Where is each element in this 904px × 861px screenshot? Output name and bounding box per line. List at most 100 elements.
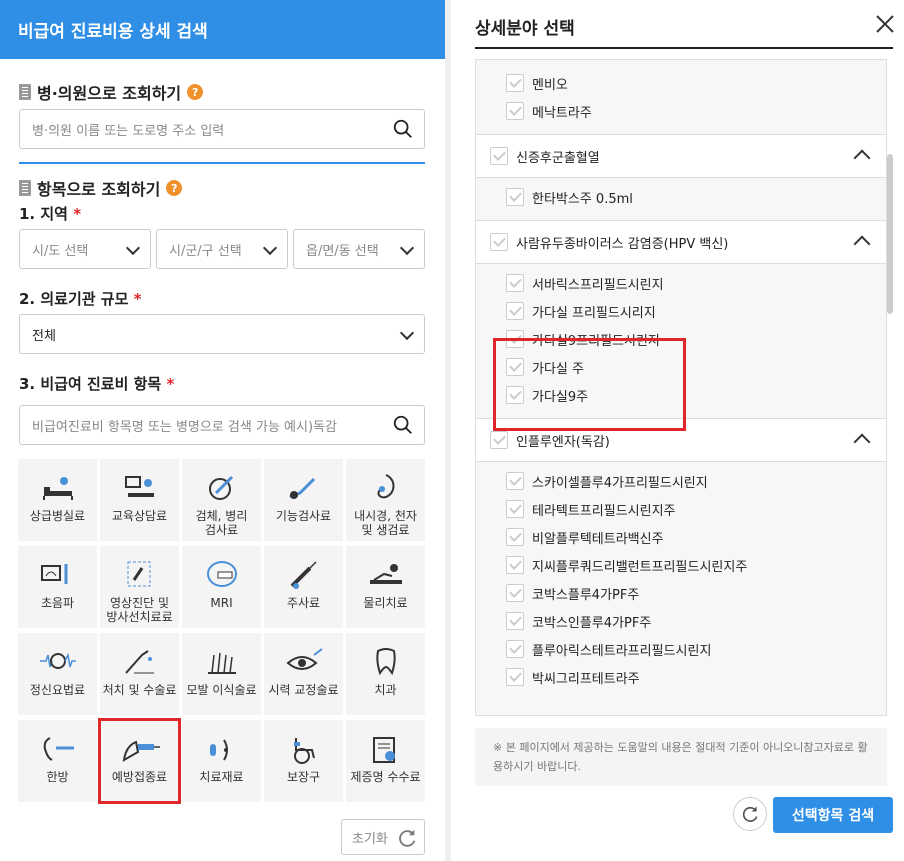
list-item-label: 비알플루텍테트라백신주 <box>532 531 664 547</box>
category-tile-label: 검사료 <box>204 523 239 537</box>
item-section-title: 항목으로 조회하기 ? <box>19 176 183 200</box>
category-tile-15[interactable]: 치과 <box>346 633 425 715</box>
list-item[interactable]: 비알플루텍테트라백신주 <box>506 526 664 548</box>
province-select[interactable]: 시/도 선택 <box>19 229 151 269</box>
list-item[interactable]: 코박스인플루4가PF주 <box>506 610 651 632</box>
category-tile-4[interactable]: 기능검사료 <box>264 459 343 541</box>
items-search-input[interactable]: 비급여진료비 항목명 또는 병명으로 검색 가능 예시)독감 <box>19 405 425 445</box>
hair-icon <box>207 652 236 674</box>
search-selected-button[interactable]: 선택항목 검색 <box>773 797 893 833</box>
category-tile-label: 물리치료 <box>363 596 408 610</box>
list-item-label: 메낙트라주 <box>532 105 592 121</box>
category-tile-label: 정신요법료 <box>29 683 86 697</box>
category-tile-label: 초음파 <box>40 596 75 610</box>
reset-button[interactable]: 초기화 <box>341 819 425 855</box>
checkbox[interactable] <box>506 500 524 518</box>
checkbox[interactable] <box>506 584 524 602</box>
list-item[interactable]: 한타박스주 0.5ml <box>506 186 633 208</box>
endoscope-icon <box>377 474 394 499</box>
checkbox[interactable] <box>506 528 524 546</box>
list-item-label: 플루아릭스테트라프리필드시린지 <box>532 643 712 659</box>
scrollbar[interactable] <box>887 154 893 314</box>
checkbox[interactable] <box>490 431 508 449</box>
list-item[interactable]: 메낙트라주 <box>506 100 592 122</box>
checkbox[interactable] <box>506 274 524 292</box>
category-tile-label: 제증명 수수료 <box>350 770 421 784</box>
material-icon <box>209 739 228 761</box>
category-tile-3[interactable]: 검체, 병리 검사료 <box>182 459 261 541</box>
tooth-icon <box>375 648 396 676</box>
category-tile-9[interactable]: 주사료 <box>264 546 343 628</box>
checkbox[interactable] <box>490 233 508 251</box>
refresh-button[interactable] <box>733 797 767 831</box>
checkbox[interactable] <box>506 302 524 320</box>
category-tile-14[interactable]: 시력 교정술료 <box>264 633 343 715</box>
ultrasound-icon <box>40 564 67 584</box>
category-tile-10[interactable]: 물리치료 <box>346 546 425 628</box>
list-item-label: 박씨그리프테트라주 <box>532 671 640 687</box>
category-tile-16[interactable]: 한방 <box>18 720 97 802</box>
list-item[interactable]: 플루아릭스테트라프리필드시린지 <box>506 638 711 660</box>
category-tile-20[interactable]: 제증명 수수료 <box>346 720 425 802</box>
group-header[interactable]: 사람유두종바이러스 감염증(HPV 백신) <box>476 220 886 264</box>
group-header[interactable]: 신증후군출혈열 <box>476 134 886 178</box>
category-tile-17[interactable]: 예방접종료 <box>98 718 181 804</box>
search-icon[interactable] <box>392 118 414 140</box>
list-item[interactable]: 서바릭스프리필드시린지 <box>506 272 664 294</box>
category-tile-8[interactable]: MRI <box>182 546 261 628</box>
mri-icon <box>206 561 237 587</box>
category-tile-label: 교육상담료 <box>111 509 168 523</box>
search-icon[interactable] <box>392 414 414 436</box>
chevron-up-icon[interactable] <box>853 433 871 451</box>
radiology-icon <box>127 561 150 587</box>
category-tile-6[interactable]: 초음파 <box>18 546 97 628</box>
category-tile-2[interactable]: 교육상담료 <box>100 459 179 541</box>
title-underline <box>475 47 893 49</box>
district-select[interactable]: 읍/면/동 선택 <box>293 229 425 269</box>
category-tile-11[interactable]: 정신요법료 <box>18 633 97 715</box>
list-icon <box>19 180 31 196</box>
category-tile-label: 시력 교정술료 <box>268 683 339 697</box>
category-tile-7[interactable]: 영상진단 및 방사선치료료 <box>100 546 179 628</box>
scale-select[interactable]: 전체 <box>19 314 425 354</box>
list-item[interactable]: 스카이셀플루4가프리필드시린지 <box>506 470 708 492</box>
category-tile-1[interactable]: 상급병실료 <box>18 459 97 541</box>
city-select[interactable]: 시/군/구 선택 <box>156 229 288 269</box>
category-tile-12[interactable]: 처치 및 수술료 <box>100 633 179 715</box>
category-tile-19[interactable]: 보장구 <box>264 720 343 802</box>
category-tile-label: 보장구 <box>286 770 321 784</box>
checkbox[interactable] <box>506 668 524 686</box>
items-label: 3. 비급여 진료비 항목 * <box>19 375 175 393</box>
category-tile-13[interactable]: 모발 이식술료 <box>182 633 261 715</box>
category-tile-5[interactable]: 내시경, 천자 및 생검료 <box>346 459 425 541</box>
chevron-up-icon[interactable] <box>853 235 871 253</box>
checkbox[interactable] <box>490 147 508 165</box>
list-item[interactable]: 지씨플루쿼드리밸런트프리필드시린지주 <box>506 554 747 576</box>
checkbox[interactable] <box>506 102 524 120</box>
category-tile-label: 검체, 병리 <box>195 509 248 523</box>
counsel-icon <box>124 476 154 497</box>
chevron-down-icon <box>399 240 415 256</box>
help-icon[interactable]: ? <box>187 84 204 100</box>
hospital-search-input[interactable]: 병·의원 이름 또는 도로명 주소 입력 <box>19 109 425 149</box>
checkbox[interactable] <box>506 74 524 92</box>
chevron-up-icon[interactable] <box>853 149 871 167</box>
list-item[interactable]: 테라텍트프리필드시린지주 <box>506 498 676 520</box>
category-tile-label: 치료재료 <box>199 770 244 784</box>
list-item[interactable]: 가다실 프리필드시리지 <box>506 300 656 322</box>
checkbox[interactable] <box>506 556 524 574</box>
checkbox[interactable] <box>506 472 524 490</box>
category-tile-18[interactable]: 치료재료 <box>182 720 261 802</box>
help-icon[interactable]: ? <box>166 180 183 196</box>
hospital-section-title: 병·의원으로 조회하기 ? <box>19 80 204 104</box>
list-item-label: 코박스인플루4가PF주 <box>532 615 652 631</box>
close-icon[interactable] <box>875 14 895 34</box>
checkbox[interactable] <box>506 188 524 206</box>
list-item[interactable]: 코박스플루4가PF주 <box>506 582 639 604</box>
checkbox[interactable] <box>506 640 524 658</box>
list-item[interactable]: 박씨그리프테트라주 <box>506 666 640 688</box>
notice-text: ※ 본 페이지에서 제공하는 도움말의 내용은 절대적 기준이 아니오니참고자료… <box>475 728 887 786</box>
list-item-label: 코박스플루4가PF주 <box>532 587 640 603</box>
list-item[interactable]: 멘비오 <box>506 72 568 94</box>
checkbox[interactable] <box>506 612 524 630</box>
